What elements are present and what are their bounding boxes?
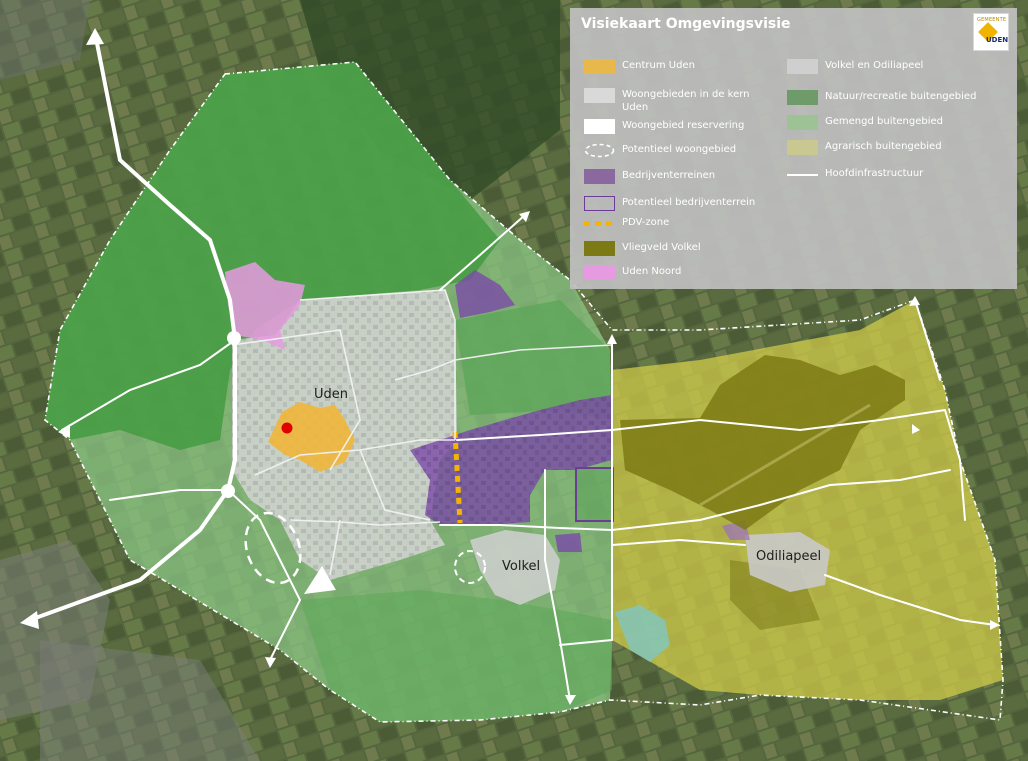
legend-swatch [787, 140, 818, 155]
legend-panel: Visiekaart Omgevingsvisie GEMEENTE UDEN … [570, 8, 1017, 289]
legend-label: Uden Noord [622, 266, 682, 277]
legend-title: Visiekaart Omgevingsvisie [581, 16, 791, 32]
legend-swatch [584, 169, 615, 184]
legend-label: Volkel en Odiliapeel [825, 60, 924, 71]
legend-label: Centrum Uden [622, 60, 695, 71]
legend-item-volkel-odiliapeel: Volkel en Odiliapeel [787, 59, 923, 74]
logo-name: UDEN [986, 36, 1009, 44]
legend-label: Potentieel woongebied [622, 144, 737, 155]
legend-item-gemengd: Gemengd buitengebied [787, 115, 943, 130]
map-stage: Uden Volkel Odiliapeel Visiekaart Omgevi… [0, 0, 1028, 761]
legend-item-woongebieden: Woongebieden in de kern Uden [584, 88, 762, 114]
legend-item-natuur-recreatie: Natuur/recreatie buitengebied [787, 90, 976, 105]
legend-item-bedrijventerreinen: Bedrijventerreinen [584, 169, 715, 184]
legend-swatch [787, 90, 818, 105]
legend-label: Woongebieden in de kern Uden [622, 89, 750, 113]
legend-item-centrum-uden: Centrum Uden [584, 59, 695, 74]
interchange-north [227, 331, 241, 345]
legend-item-agrarisch: Agrarisch buitengebied [787, 140, 942, 155]
legend-swatch [584, 88, 615, 103]
interchange-south [221, 484, 235, 498]
zone-potentieel-bedrijventerrein [575, 467, 614, 522]
legend-swatch [787, 59, 818, 74]
legend-label: Hoofdinfrastructuur [825, 168, 924, 179]
legend-item-vliegveld-volkel: Vliegveld Volkel [584, 241, 701, 256]
legend-swatch [584, 59, 615, 74]
legend-label: Agrarisch buitengebied [825, 141, 942, 152]
legend-item-potentieel-bedrijventerrein: Potentieel bedrijventerrein [584, 196, 755, 211]
legend-swatch-line [787, 167, 818, 182]
place-label-uden: Uden [314, 387, 348, 402]
logo-small-text: GEMEENTE [977, 17, 1007, 23]
legend-item-pdv-zone: PDV-zone [584, 216, 669, 231]
legend-item-uden-noord: Uden Noord [584, 265, 681, 280]
place-label-odiliapeel: Odiliapeel [756, 549, 821, 564]
legend-swatch [584, 241, 615, 256]
legend-label: Woongebied reservering [622, 120, 745, 131]
legend-item-hoofdinfrastructuur: Hoofdinfrastructuur [787, 167, 923, 182]
legend-label: PDV-zone [622, 217, 670, 228]
zone-business-volkel [555, 533, 582, 552]
legend-swatch-dashed-line [584, 216, 615, 231]
place-label-volkel: Volkel [502, 559, 540, 574]
legend-swatch [584, 119, 615, 134]
legend-item-woongebied-reservering: Woongebied reservering [584, 119, 744, 134]
legend-swatch-dashed-ellipse [584, 143, 615, 158]
legend-swatch [584, 196, 615, 211]
legend-label: Bedrijventerreinen [622, 170, 716, 181]
legend-item-potentieel-woongebied: Potentieel woongebied [584, 143, 736, 158]
legend-swatch [787, 115, 818, 130]
legend-label: Vliegveld Volkel [622, 242, 701, 253]
legend-label: Gemengd buitengebied [825, 116, 944, 127]
legend-label: Natuur/recreatie buitengebied [825, 91, 977, 102]
legend-label: Potentieel bedrijventerrein [622, 197, 756, 208]
location-marker[interactable] [281, 422, 293, 434]
legend-swatch [584, 265, 615, 280]
gemeente-uden-logo: GEMEENTE UDEN [973, 13, 1009, 51]
